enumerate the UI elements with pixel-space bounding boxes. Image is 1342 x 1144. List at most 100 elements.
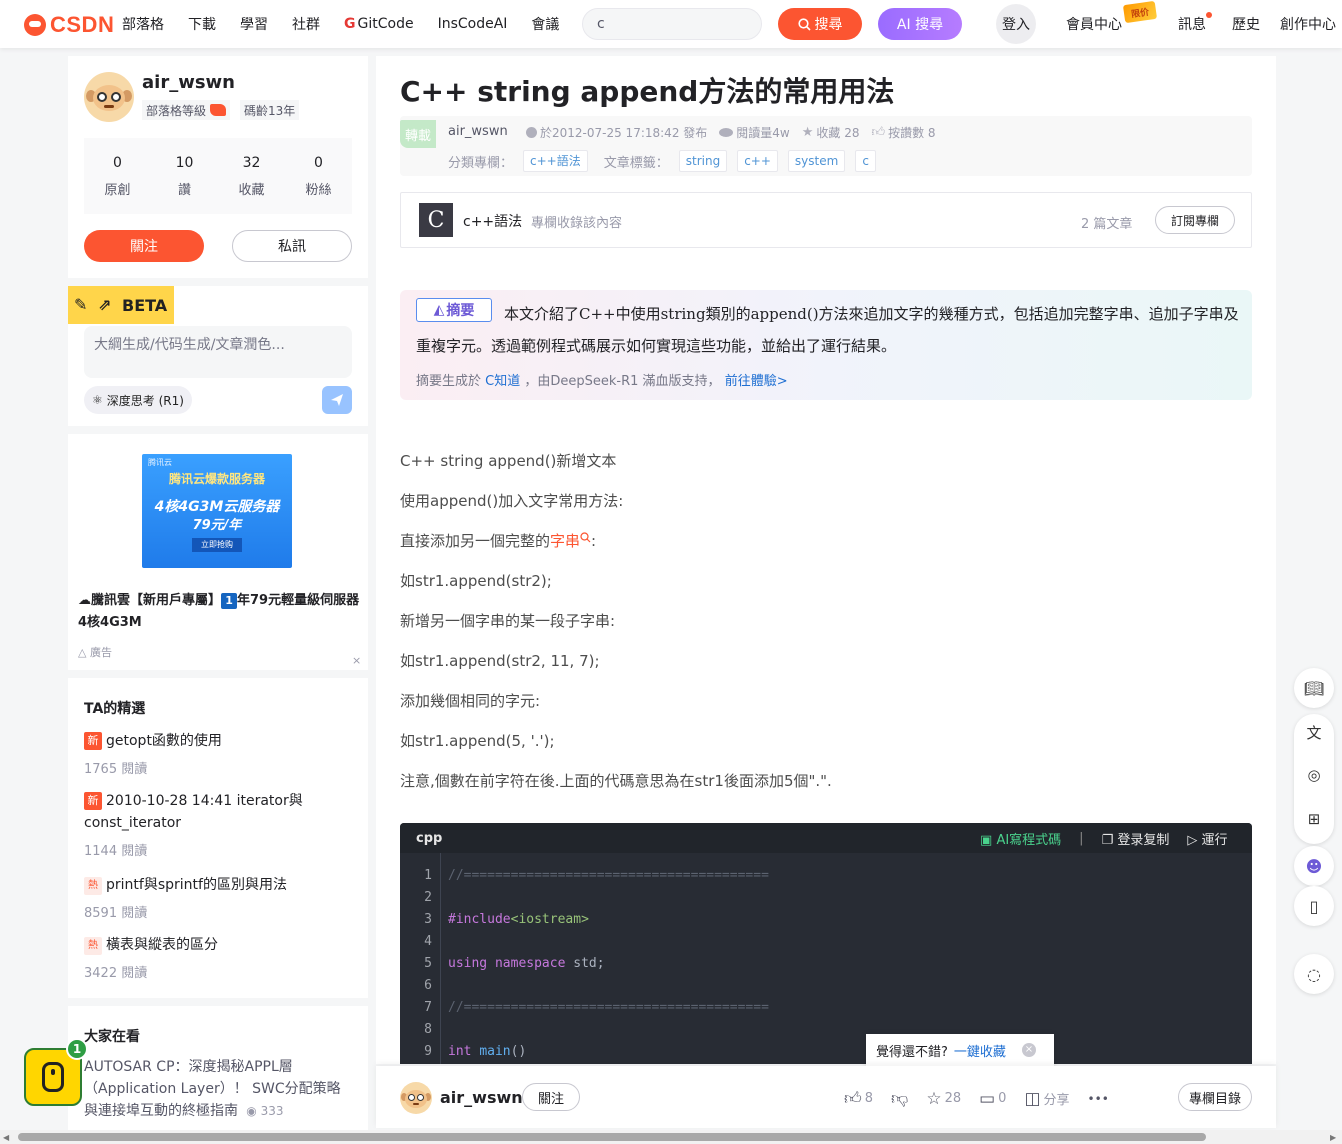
share-button[interactable]: ◫ 分享 [1024,1089,1069,1109]
ad-triangle-icon: △ [78,646,87,659]
column-cover-image[interactable]: C [419,203,453,237]
body-paragraph: 如str1.append(str2); [400,572,552,590]
ad-title[interactable]: ☁騰訊雲【新用戶專屬】 1 年79元輕量級伺服器4核4G3M [78,590,360,634]
stat-fans[interactable]: 0 粉絲 [289,155,349,198]
bottom-follow-button[interactable]: 關注 [522,1083,580,1111]
copy-code-button[interactable]: ❐ 登录复制 [1102,829,1170,848]
avatar[interactable] [400,1082,432,1114]
line-number: 9 [424,1044,432,1059]
code-line: 5 using namespace std; [400,953,1252,975]
tag-string[interactable]: string [678,150,728,172]
scroll-left-icon[interactable]: ◀ [3,1133,9,1142]
try-now-link[interactable]: 前往體驗> [725,374,788,389]
creator-center-link[interactable]: 創作中心 [1280,14,1336,34]
stat-likes[interactable]: 10 讚 [155,155,215,198]
apps-grid-icon[interactable]: ⊞ [1294,810,1334,828]
subscribe-column-button[interactable]: 訂閱專欄 [1155,206,1235,234]
blog-level-label: 部落格等級 [146,103,207,118]
ad-img-line3: 79元/年 [192,518,242,533]
favorite-button[interactable]: ☆ 28 [926,1089,961,1109]
deep-think-toggle[interactable]: ⚛ 深度思考 (R1) [84,386,192,414]
nav-item-inscodeai[interactable]: InsCodeAI [438,16,508,32]
nav-item-blog[interactable]: 部落格 [122,14,164,34]
ai-assistant-toggle[interactable]: ☻ [1294,846,1334,886]
search-input[interactable]: c [582,8,762,40]
nav-item-meeting[interactable]: 會議 [531,14,559,34]
private-message-button[interactable]: 私訊 [232,230,352,262]
avatar[interactable] [84,72,134,122]
tooltip-close-icon[interactable]: × [1021,1043,1036,1057]
column-tag[interactable]: c++語法 [523,150,588,172]
history-link[interactable]: 歷史 [1232,14,1260,34]
like-count: 8 [864,1091,874,1106]
book-icon: 📖︎ [1303,678,1325,698]
stat-num: 10 [175,154,194,171]
line-number: 3 [424,912,432,927]
csdn-logo[interactable]: CSDN [24,12,114,38]
scroll-right-icon[interactable]: ▶ [1330,1133,1336,1142]
trending-item[interactable]: AUTOSAR CP：深度揭秘APPL層（Application Layer）！… [84,1056,354,1122]
comment-icon: ▭ [979,1088,996,1109]
dislike-button[interactable]: 👎︎ [891,1088,908,1109]
one-click-favorite-link[interactable]: 一鍵收藏 [954,1041,1006,1060]
nav-item-download[interactable]: 下載 [188,14,216,34]
main-nav: 部落格 下載 學習 社群 G GitCode InsCodeAI 會議 [122,0,559,48]
vip-center-link[interactable]: 會員中心 [1066,14,1122,34]
nav-item-community[interactable]: 社群 [292,14,320,34]
nav-item-learn[interactable]: 學習 [240,14,268,34]
like-count[interactable]: 👍︎ 按讚數 8 [871,124,935,141]
stat-favorites[interactable]: 32 收藏 [222,155,282,198]
ai-search-button[interactable]: AI 搜尋 [878,8,962,40]
code-line: 6 [400,975,1252,997]
column-toc-button[interactable]: 專欄目錄 [1178,1083,1252,1111]
favorite-count-text: 收藏 28 [816,126,860,140]
like-button[interactable]: 👍︎ 8 [844,1088,873,1109]
external-link-icon[interactable]: ⇗ [98,296,116,314]
list-item[interactable]: 熱 printf與sprintf的區別與用法 8591 閱讀 [84,874,354,921]
comment-button[interactable]: ▭ 0 [979,1089,1006,1109]
cknow-link[interactable]: C知道 [485,374,520,389]
tag-cpp[interactable]: c++ [737,150,778,172]
meta-author[interactable]: air_wswn [448,124,508,139]
reading-mode-button[interactable]: 📖︎ [1294,668,1334,708]
ai-code-button[interactable]: ▣ AI寫程式碼 [980,829,1061,848]
login-button[interactable]: 登入 [996,4,1036,44]
ai-prompt-input[interactable]: 大綱生成/代码生成/文章潤色... [84,326,352,378]
pick-views: 1144 閱讀 [84,844,148,859]
profile-username[interactable]: air_wswn [142,72,235,93]
run-code-button[interactable]: ▷ 運行 [1187,829,1227,848]
send-button[interactable] [322,386,352,414]
ad-close-button[interactable]: × [352,654,361,667]
messages-link[interactable]: 訊息 [1178,14,1206,34]
list-item[interactable]: 熱橫表與縱表的區分 3422 閱讀 [84,934,354,981]
mobile-view-button[interactable]: ▯ [1294,886,1334,926]
tag-c[interactable]: c [855,150,876,172]
column-name[interactable]: c++語法 [463,211,522,231]
list-item[interactable]: 新 getopt函數的使用 1765 閱讀 [84,730,354,777]
read-count: 閱讀量4w [719,124,790,141]
more-button[interactable]: ••• [1088,1092,1109,1106]
feedback-button[interactable]: ◌ [1294,954,1334,994]
scrollbar-thumb[interactable] [18,1133,1206,1141]
translate-icon[interactable]: 文 [1294,722,1334,743]
follow-button[interactable]: 關注 [84,230,204,262]
share-label: 分享 [1043,1093,1070,1108]
body-paragraph: 直接添加另一個完整的字串: [400,530,1252,551]
favorite-count[interactable]: ★ 收藏 28 [802,124,860,141]
star-icon: ☆ [926,1088,942,1109]
horizontal-scrollbar[interactable]: ◀ ▶ [0,1130,1342,1144]
keyword-link-string[interactable]: 字串 [550,532,591,550]
tags-row: 分類專欄： c++語法 文章標籤： string c++ system c [448,150,876,172]
pick-title: printf與sprintf的區別與用法 [106,877,287,893]
search-button[interactable]: 搜尋 [778,8,862,40]
pick-views: 3422 閱讀 [84,966,148,981]
star-icon: ★ [801,125,814,140]
podcast-icon[interactable]: ◎ [1294,766,1334,784]
list-item[interactable]: 新 2010-10-28 14:41 iterator與const_iterato… [84,790,354,859]
ad-banner-image[interactable]: 腾讯云 腾讯云爆款服务器 4核4G3M云服务器 79元/年 立即抢购 [142,454,292,568]
bottom-author-name[interactable]: air_wswn [440,1088,523,1107]
stat-original[interactable]: 0 原創 [88,155,148,198]
tag-system[interactable]: system [787,150,846,172]
body-text-span: 直接添加另一個完整的 [400,532,551,550]
nav-item-gitcode[interactable]: G GitCode [344,16,414,32]
